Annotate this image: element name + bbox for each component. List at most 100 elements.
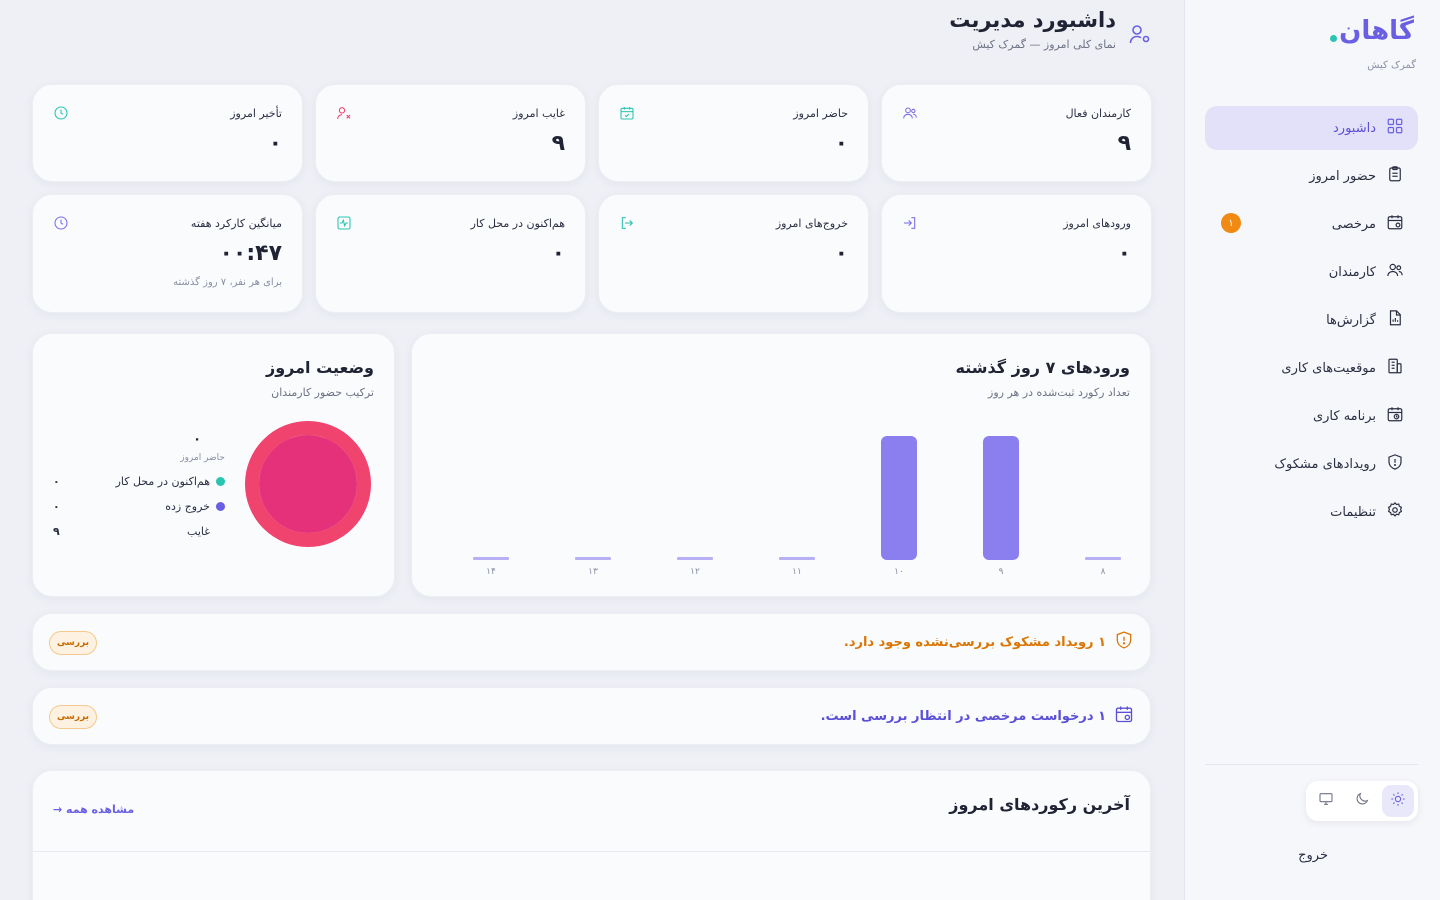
stat-label: غایب امروز xyxy=(512,107,565,120)
chart-subtitle: تعداد رکورد ثبت‌شده در هر روز xyxy=(988,386,1130,399)
activity-icon xyxy=(336,215,352,235)
sidebar-item-dashboard[interactable]: داشبورد xyxy=(1205,106,1418,150)
calendar-clock-icon xyxy=(1386,405,1404,427)
today-status-card: وضعیت امروز ترکیب حضور کارمندان ۰ حاضر ا… xyxy=(32,333,395,597)
legend-value: ۰ xyxy=(53,500,60,513)
status-legend: ۰ حاضر امروز هم‌اکنون در محل کار ۰ خروج … xyxy=(53,432,225,538)
sidebar-item-suspicious-events[interactable]: رویدادهای مشکوک xyxy=(1205,442,1418,486)
stat-label: تأخیر امروز xyxy=(230,107,282,120)
stat-label: حاضر امروز xyxy=(793,107,848,120)
theme-dark-button[interactable] xyxy=(1346,785,1378,817)
sidebar-item-attendance[interactable]: حضور امروز xyxy=(1205,154,1418,198)
moon-icon xyxy=(1354,791,1370,811)
stat-card-weekly-average: میانگین کارکرد هفته ۰۰:۴۷ برای هر نفر، ۷… xyxy=(32,194,303,313)
sidebar-item-label: تنظیمات xyxy=(1330,504,1376,520)
review-suspicious-button[interactable]: بررسی xyxy=(49,631,97,655)
stat-card-absent-today: غایب امروز ۹ xyxy=(315,84,586,182)
page-header: داشبورد مدیریت نمای کلی امروز — گمرک کیش xyxy=(949,8,1152,51)
x-tick-label: ۱۲ xyxy=(690,567,700,577)
users-icon xyxy=(902,105,918,125)
sidebar-item-label: موقعیت‌های کاری xyxy=(1281,360,1376,376)
stat-card-entries-today: ورودهای امروز ۰ xyxy=(881,194,1152,313)
stat-note: برای هر نفر، ۷ روز گذشته xyxy=(173,277,282,288)
x-tick-label: ۸ xyxy=(1101,567,1106,577)
bar-4 xyxy=(881,436,917,560)
records-title: آخرین رکوردهای امروز xyxy=(949,795,1130,814)
records-divider xyxy=(33,851,1150,852)
stat-value: ۹ xyxy=(551,131,565,156)
legend-label: هم‌اکنون در محل کار xyxy=(115,475,210,488)
users-icon xyxy=(1386,261,1404,283)
calendar-leave-icon xyxy=(1114,704,1134,728)
theme-switcher xyxy=(1306,781,1418,821)
donut-center xyxy=(259,435,357,533)
user-x-icon xyxy=(336,105,352,125)
stat-label: خروج‌های امروز xyxy=(775,217,848,230)
center-label: حاضر امروز xyxy=(180,453,225,463)
brand-logo[interactable]: گاهان xyxy=(1330,16,1414,46)
entries-chart-card: ورودهای ۷ روز گذشته تعداد رکورد ثبت‌شده … xyxy=(411,333,1151,597)
review-leave-button[interactable]: بررسی xyxy=(49,705,97,729)
logout-button[interactable]: خروج xyxy=(1298,848,1328,863)
stat-label: میانگین کارکرد هفته xyxy=(190,217,282,230)
suspicious-events-alert: ۱ رویداد مشکوک بررسی‌نشده وجود دارد. برر… xyxy=(32,613,1151,671)
view-all-link[interactable]: مشاهده همه → xyxy=(53,803,134,816)
legend-label: خروج زده xyxy=(165,500,210,513)
theme-system-button[interactable] xyxy=(1310,785,1342,817)
sidebar-item-label: کارمندان xyxy=(1328,264,1376,280)
stat-value: ۰ xyxy=(834,131,848,156)
stat-card-active-employees: کارمندان فعال ۹ xyxy=(881,84,1152,182)
theme-light-button[interactable] xyxy=(1382,785,1414,817)
legend-dot xyxy=(216,502,225,511)
legend-label: غایب xyxy=(187,525,210,538)
leave-count-badge: ۱ xyxy=(1221,213,1241,233)
sun-icon xyxy=(1390,791,1406,811)
sidebar-item-label: حضور امروز xyxy=(1309,168,1376,184)
alert-text: ۱ درخواست مرخصی در انتظار بررسی است. xyxy=(820,708,1106,724)
sidebar-item-employees[interactable]: کارمندان xyxy=(1205,250,1418,294)
sidebar-item-label: داشبورد xyxy=(1333,120,1376,136)
legend-value: ۰ xyxy=(53,475,60,488)
x-tick-label: ۹ xyxy=(999,567,1004,577)
legend-item: غایب ۹ xyxy=(53,525,225,538)
stat-label: کارمندان فعال xyxy=(1065,107,1131,120)
gear-icon xyxy=(1386,501,1404,523)
clock-icon xyxy=(53,105,69,125)
calendar-leave-icon xyxy=(1386,213,1404,235)
sidebar-nav: داشبورد حضور امروز مرخصی ۱ کارمندان گزار… xyxy=(1205,106,1418,538)
sidebar-item-label: مرخصی xyxy=(1331,216,1376,232)
login-icon xyxy=(902,215,918,235)
sidebar-item-leave[interactable]: مرخصی ۱ xyxy=(1205,202,1418,246)
stat-value: ۰ xyxy=(1117,241,1131,266)
sidebar-item-locations[interactable]: موقعیت‌های کاری xyxy=(1205,346,1418,390)
shield-alert-icon xyxy=(1386,453,1404,475)
bar-2 xyxy=(677,557,713,560)
stat-value: ۰ xyxy=(268,131,282,156)
bar-1 xyxy=(575,557,611,560)
status-subtitle: ترکیب حضور کارمندان xyxy=(271,386,374,399)
sidebar-item-settings[interactable]: تنظیمات xyxy=(1205,490,1418,534)
sidebar-item-schedule[interactable]: برنامه کاری xyxy=(1205,394,1418,438)
stat-value: ۹ xyxy=(1117,131,1131,156)
brand-name: گاهان xyxy=(1339,16,1414,46)
report-file-icon xyxy=(1386,309,1404,331)
bar-6 xyxy=(1085,557,1121,560)
legend-item: خروج زده ۰ xyxy=(53,500,225,513)
sidebar-item-reports[interactable]: گزارش‌ها xyxy=(1205,298,1418,342)
stat-label: ورودهای امروز xyxy=(1063,217,1131,230)
sidebar-item-label: رویدادهای مشکوک xyxy=(1274,456,1376,472)
stat-card-late-today: تأخیر امروز ۰ xyxy=(32,84,303,182)
latest-records-card: آخرین رکوردهای امروز مشاهده همه → xyxy=(32,770,1151,900)
dashboard-grid-icon xyxy=(1386,117,1404,139)
center-value: ۰ xyxy=(193,432,201,447)
shield-alert-icon xyxy=(1114,630,1134,654)
sidebar-divider xyxy=(1205,764,1418,765)
clock-icon xyxy=(53,215,69,235)
alert-text: ۱ رویداد مشکوک بررسی‌نشده وجود دارد. xyxy=(843,634,1106,650)
page-subtitle: نمای کلی امروز — گمرک کیش xyxy=(972,38,1116,51)
legend-dot xyxy=(216,527,225,536)
bar-5 xyxy=(983,436,1019,560)
stat-value: ۰ xyxy=(834,241,848,266)
logout-icon xyxy=(619,215,635,235)
x-tick-label: ۱۰ xyxy=(894,567,904,577)
